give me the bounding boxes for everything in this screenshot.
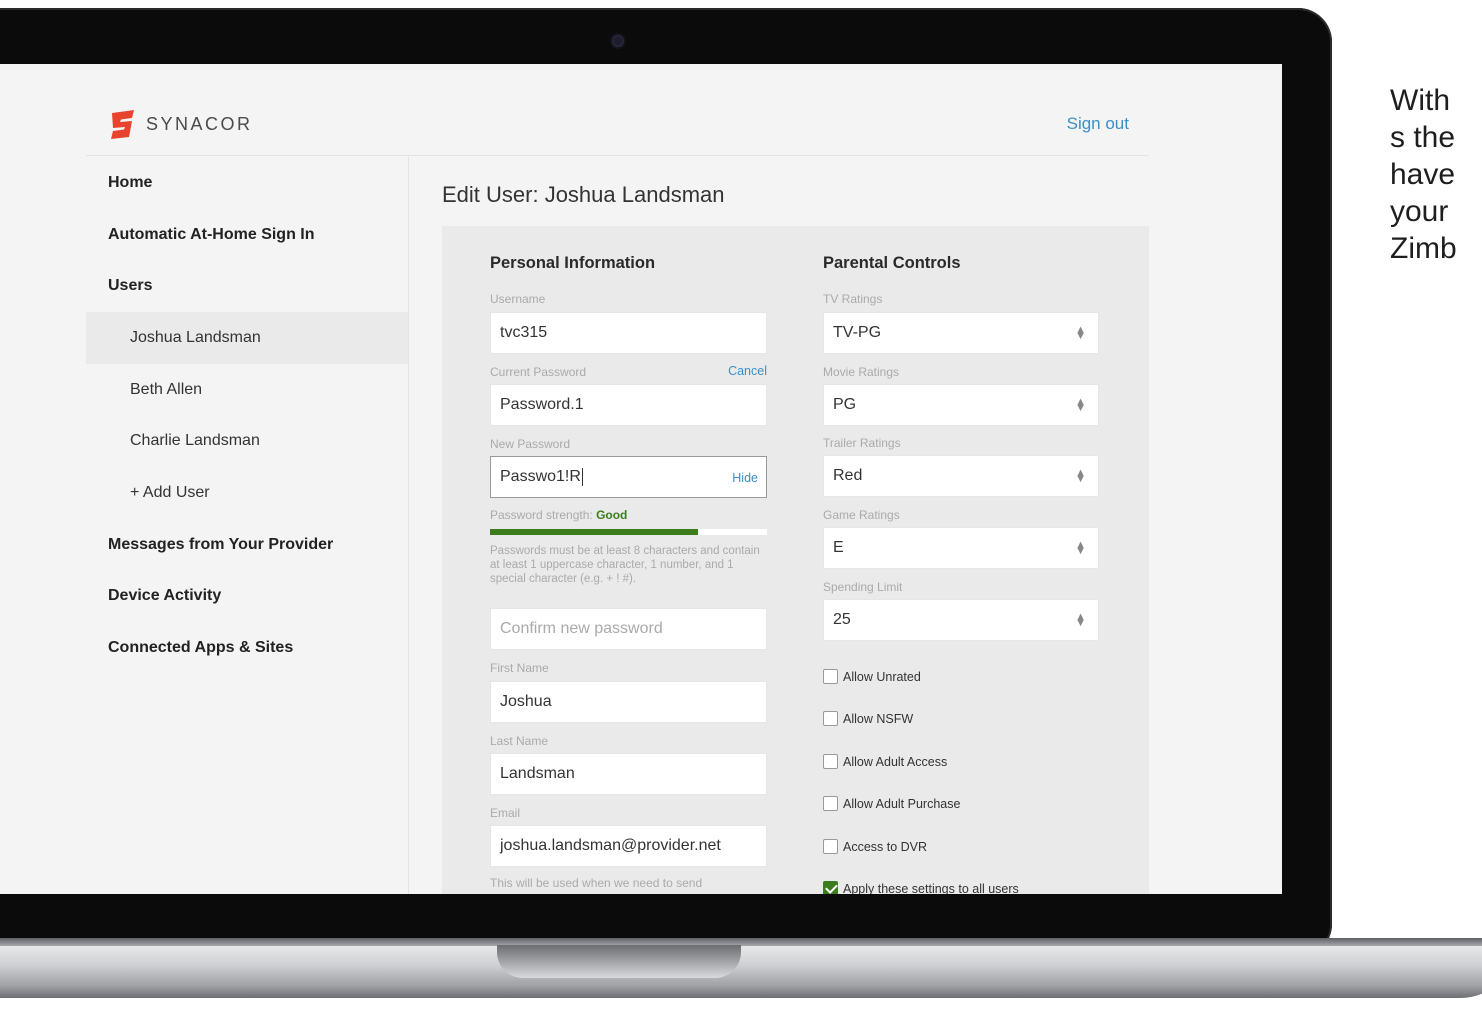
webcam xyxy=(612,35,624,47)
checkbox-box xyxy=(823,796,838,811)
username-label: Username xyxy=(490,292,546,306)
sidebar-item-connected-apps[interactable]: Connected Apps & Sites xyxy=(86,622,408,674)
email-label: Email xyxy=(490,806,521,820)
spending-limit-label: Spending Limit xyxy=(823,580,903,594)
password-hint: Passwords must be at least 8 characters … xyxy=(490,545,760,585)
tv-ratings-value: TV-PG xyxy=(833,324,882,341)
new-password-value: Passwo1!R xyxy=(500,468,581,485)
checkbox-box xyxy=(823,669,838,684)
allow-nsfw-checkbox[interactable]: Allow NSFW xyxy=(823,711,913,726)
allow-unrated-label: Allow Unrated xyxy=(843,669,921,684)
current-password-value: Password.1 xyxy=(500,396,584,413)
first-name-value: Joshua xyxy=(500,693,552,710)
select-arrows-icon: ▲ ▼ xyxy=(1075,324,1086,342)
select-arrows-icon: ▲ ▼ xyxy=(1075,467,1086,485)
parental-controls-title: Parental Controls xyxy=(823,254,961,272)
movie-ratings-label: Movie Ratings xyxy=(823,365,900,379)
edit-user-panel: Personal Information Username tvc315 Cur… xyxy=(442,226,1149,894)
text-cursor xyxy=(581,468,583,486)
laptop-notch xyxy=(497,945,741,978)
movie-ratings-value: PG xyxy=(833,396,857,413)
last-name-label: Last Name xyxy=(490,734,549,748)
sidebar: Home Automatic At-Home Sign In Users Jos… xyxy=(86,157,409,894)
laptop-base-lip xyxy=(0,938,1482,946)
current-password-label: Current Password xyxy=(490,365,587,379)
checkbox-checked-icon xyxy=(823,881,838,894)
sidebar-item-messages[interactable]: Messages from Your Provider xyxy=(86,519,408,571)
brand-name: SYNACOR xyxy=(146,113,253,134)
checkbox-box xyxy=(823,711,838,726)
page-title: Edit User: Joshua Landsman xyxy=(442,182,725,207)
header: SYNACOR Sign out xyxy=(86,64,1149,156)
spending-limit-select[interactable]: 25 ▲ ▼ xyxy=(823,599,1099,641)
select-arrows-icon: ▲ ▼ xyxy=(1075,611,1086,629)
game-ratings-value: E xyxy=(833,539,844,556)
sidebar-item-home[interactable]: Home xyxy=(86,157,408,209)
marketing-text: With s the have your Zimb xyxy=(1390,82,1482,267)
trailer-ratings-label: Trailer Ratings xyxy=(823,436,901,450)
game-ratings-label: Game Ratings xyxy=(823,508,900,522)
confirm-password-placeholder: Confirm new password xyxy=(500,620,663,637)
spending-limit-value: 25 xyxy=(833,611,851,628)
email-note: This will be used when we need to send xyxy=(490,876,703,890)
confirm-password-field[interactable]: Confirm new password xyxy=(490,608,767,650)
strength-meter-fill xyxy=(490,529,698,535)
username-value: tvc315 xyxy=(500,324,548,341)
marketing-line: s the xyxy=(1390,121,1456,154)
password-strength: Password strength: Good xyxy=(490,508,627,522)
sidebar-item-device-activity[interactable]: Device Activity xyxy=(86,571,408,623)
marketing-line: your xyxy=(1390,195,1449,228)
allow-adult-purchase-label: Allow Adult Purchase xyxy=(843,796,961,811)
sidebar-item-users[interactable]: Users xyxy=(86,260,408,312)
email-value: joshua.landsman@provider.net xyxy=(500,837,721,854)
sidebar-item-user-joshua[interactable]: Joshua Landsman xyxy=(86,312,408,364)
first-name-field[interactable]: Joshua xyxy=(490,681,767,723)
select-arrows-icon: ▲ ▼ xyxy=(1075,539,1086,557)
app-screen: SYNACOR Sign out Home Automatic At-Home … xyxy=(0,64,1282,894)
last-name-field[interactable]: Landsman xyxy=(490,753,767,795)
new-password-field[interactable]: Passwo1!R Hide xyxy=(490,456,767,498)
personal-info-title: Personal Information xyxy=(490,254,656,272)
first-name-label: First Name xyxy=(490,661,549,675)
marketing-line: have xyxy=(1390,158,1456,191)
checkbox-box xyxy=(823,754,838,769)
movie-ratings-select[interactable]: PG ▲ ▼ xyxy=(823,384,1099,426)
synacor-logo-icon xyxy=(111,110,134,139)
sidebar-item-user-beth[interactable]: Beth Allen xyxy=(86,364,408,416)
trailer-ratings-select[interactable]: Red ▲ ▼ xyxy=(823,455,1099,497)
email-field[interactable]: joshua.landsman@provider.net xyxy=(490,825,767,867)
trailer-ratings-value: Red xyxy=(833,467,863,484)
strength-label: Password strength: xyxy=(490,508,593,522)
select-arrows-icon: ▲ ▼ xyxy=(1075,396,1086,414)
apply-all-users-checkbox[interactable]: Apply these settings to all users xyxy=(823,881,1019,894)
sidebar-item-user-charlie[interactable]: Charlie Landsman xyxy=(86,415,408,467)
username-field[interactable]: tvc315 xyxy=(490,312,767,354)
marketing-line: Zimb xyxy=(1390,232,1457,265)
allow-adult-access-checkbox[interactable]: Allow Adult Access xyxy=(823,754,947,769)
game-ratings-select[interactable]: E ▲ ▼ xyxy=(823,527,1099,569)
current-password-field[interactable]: Password.1 xyxy=(490,384,767,426)
sign-out-link[interactable]: Sign out xyxy=(1067,114,1129,134)
cancel-link[interactable]: Cancel xyxy=(728,364,767,378)
new-password-label: New Password xyxy=(490,437,571,451)
sidebar-item-auto-sign-in[interactable]: Automatic At-Home Sign In xyxy=(86,209,408,261)
marketing-line: With xyxy=(1390,84,1450,117)
checkbox-box xyxy=(823,839,838,854)
allow-adult-access-label: Allow Adult Access xyxy=(843,754,948,769)
strength-value: Good xyxy=(596,508,628,522)
apply-all-users-label: Apply these settings to all users xyxy=(843,881,1019,895)
strength-meter xyxy=(490,529,767,535)
sidebar-item-add-user[interactable]: + Add User xyxy=(86,467,408,519)
hide-password-link[interactable]: Hide xyxy=(732,471,758,485)
synacor-logo[interactable]: SYNACOR xyxy=(108,108,253,140)
last-name-value: Landsman xyxy=(500,765,575,782)
access-dvr-checkbox[interactable]: Access to DVR xyxy=(823,839,927,854)
tv-ratings-label: TV Ratings xyxy=(823,292,883,306)
allow-adult-purchase-checkbox[interactable]: Allow Adult Purchase xyxy=(823,796,960,811)
allow-nsfw-label: Allow NSFW xyxy=(843,711,914,726)
access-dvr-label: Access to DVR xyxy=(843,839,928,854)
laptop-base xyxy=(0,938,1482,998)
tv-ratings-select[interactable]: TV-PG ▲ ▼ xyxy=(823,312,1099,354)
allow-unrated-checkbox[interactable]: Allow Unrated xyxy=(823,669,921,684)
